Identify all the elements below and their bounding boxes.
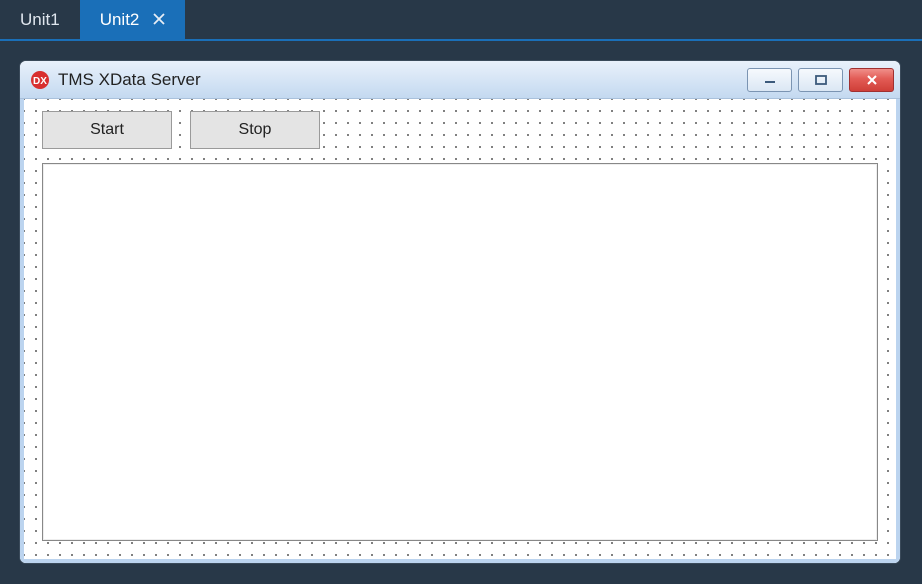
titlebar[interactable]: DX TMS XData Server: [20, 61, 900, 99]
tab-bar: Unit1 Unit2: [0, 0, 922, 41]
tab-label: Unit2: [100, 10, 140, 30]
tab-label: Unit1: [20, 10, 60, 30]
form-window[interactable]: DX TMS XData Server: [20, 61, 900, 563]
memo-area[interactable]: [42, 163, 878, 541]
start-button[interactable]: Start: [42, 111, 172, 149]
window-controls: [747, 68, 894, 92]
close-icon[interactable]: [153, 13, 165, 27]
design-surface: DX TMS XData Server: [0, 41, 922, 584]
tab-unit1[interactable]: Unit1: [0, 0, 80, 39]
dx-icon: DX: [30, 70, 50, 90]
maximize-button[interactable]: [798, 68, 843, 92]
form-body[interactable]: Start Stop: [20, 99, 900, 563]
close-button[interactable]: [849, 68, 894, 92]
stop-button[interactable]: Stop: [190, 111, 320, 149]
tab-unit2[interactable]: Unit2: [80, 0, 186, 39]
toolbar-row: Start Stop: [42, 111, 878, 149]
window-title: TMS XData Server: [58, 70, 747, 90]
minimize-button[interactable]: [747, 68, 792, 92]
svg-text:DX: DX: [33, 76, 47, 87]
